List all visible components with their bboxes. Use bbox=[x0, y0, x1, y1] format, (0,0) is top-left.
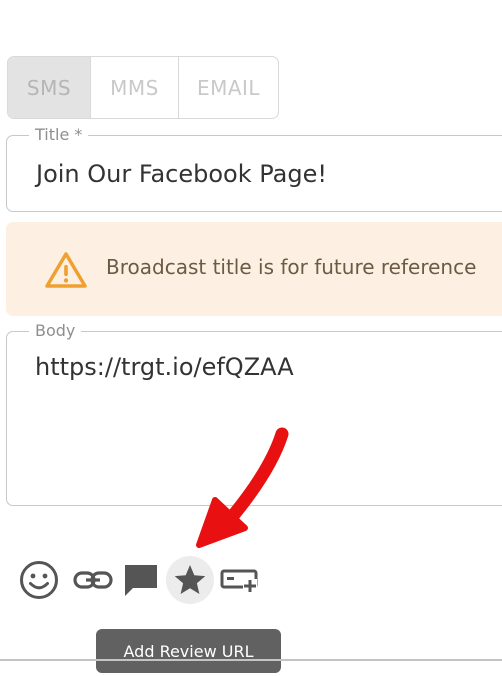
message-toolbar bbox=[12, 553, 272, 607]
tooltip: Add Review URL bbox=[96, 629, 281, 673]
broadcast-compose-panel: SMS MMS EMAIL Title * Join Our Facebook … bbox=[0, 0, 502, 676]
title-field-value[interactable]: Join Our Facebook Page! bbox=[36, 160, 327, 188]
warning-triangle-icon bbox=[45, 252, 87, 288]
add-review-url-button[interactable] bbox=[166, 556, 214, 604]
insert-emoji-button[interactable] bbox=[16, 553, 62, 607]
title-field-label: Title * bbox=[29, 125, 89, 145]
insert-link-button[interactable] bbox=[70, 553, 116, 607]
comment-icon bbox=[125, 565, 157, 596]
body-field-label: Body bbox=[29, 321, 82, 341]
alert-message: Broadcast title is for future reference bbox=[106, 255, 477, 279]
title-field[interactable]: Title * Join Our Facebook Page! bbox=[6, 125, 502, 212]
title-info-alert: Broadcast title is for future reference bbox=[6, 222, 502, 316]
tab-email[interactable]: EMAIL bbox=[178, 57, 278, 118]
divider bbox=[0, 659, 502, 661]
tab-mms[interactable]: MMS bbox=[90, 57, 178, 118]
insert-shortcode-button[interactable] bbox=[216, 553, 264, 607]
link-icon bbox=[73, 571, 113, 589]
body-field-value[interactable]: https://trgt.io/efQZAA bbox=[35, 353, 294, 381]
tab-sms[interactable]: SMS bbox=[8, 57, 90, 118]
channel-selector: SMS MMS EMAIL bbox=[7, 56, 279, 119]
body-field[interactable]: Body https://trgt.io/efQZAA bbox=[6, 321, 502, 506]
insert-message-button[interactable] bbox=[118, 553, 164, 607]
star-icon bbox=[174, 565, 206, 594]
emoji-icon bbox=[20, 561, 58, 599]
shortcode-icon bbox=[220, 569, 258, 593]
